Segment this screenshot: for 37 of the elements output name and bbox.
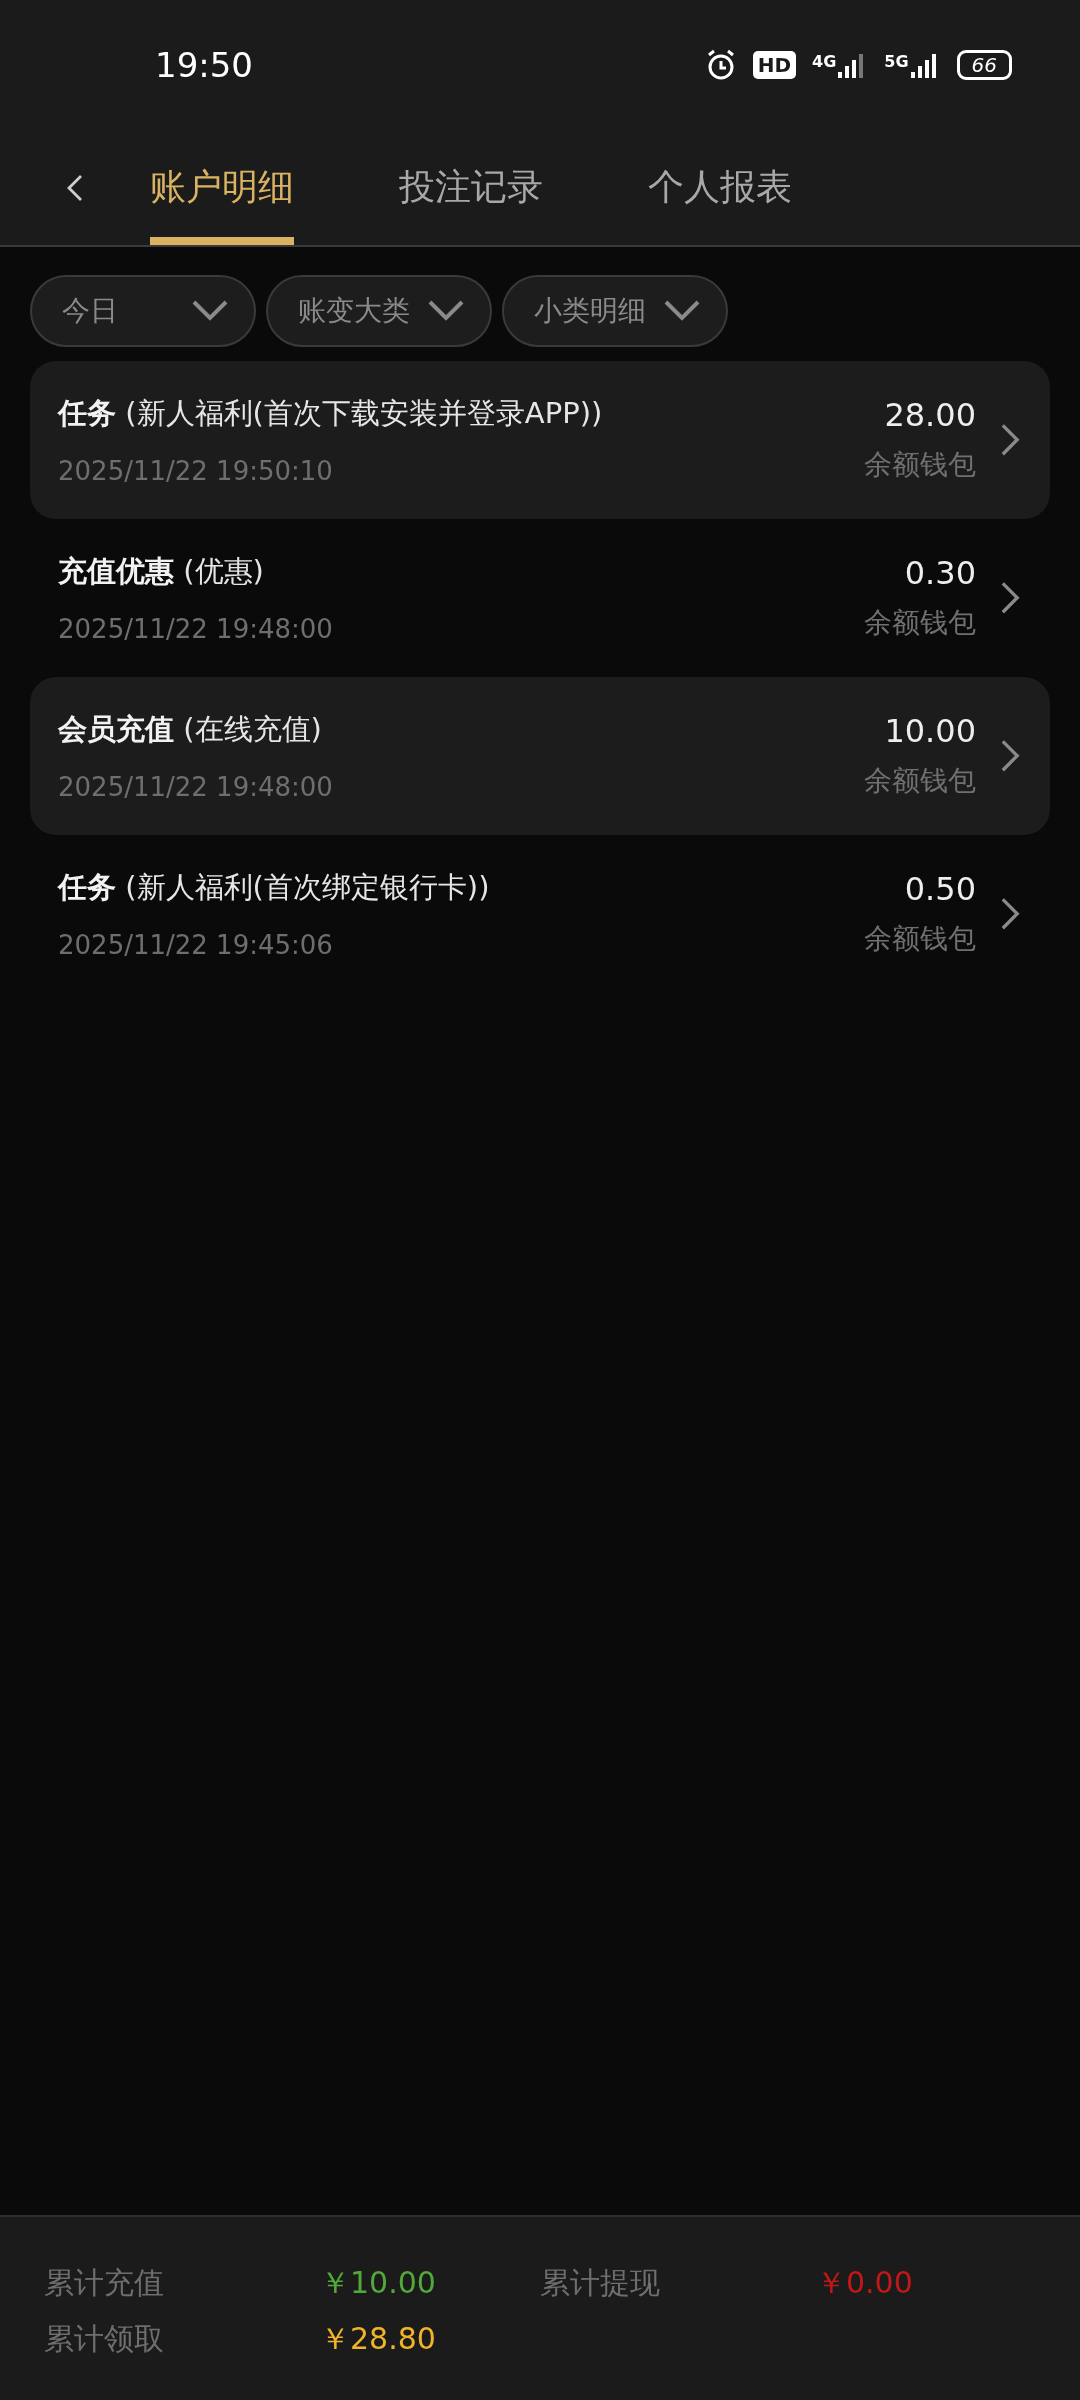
network-label: 5G — [884, 52, 909, 71]
filter-dropdown[interactable]: 小类明细 — [502, 275, 728, 347]
summary-value: ￥0.00 — [816, 2263, 914, 2302]
network-label: 4G — [812, 52, 837, 71]
record-amount: 10.00 — [884, 712, 976, 750]
record-card[interactable]: 任务 (新人福利(首次下载安装并登录APP)) 2025/11/22 19:50:10 28.00 余额钱包 — [30, 361, 1050, 519]
record-amount: 0.30 — [904, 554, 976, 592]
tab[interactable]: 个人报表 — [648, 130, 792, 245]
record-time: 2025/11/22 19:48:00 — [58, 772, 334, 802]
wallet-label: 余额钱包 — [864, 921, 976, 957]
battery-level: 66 — [956, 50, 1012, 80]
summary-value: ￥28.80 — [320, 2319, 437, 2358]
summary-label: 累计领取 — [44, 2319, 165, 2358]
record-title: 任务 (新人福利(首次绑定银行卡)) — [58, 869, 491, 906]
record-row[interactable]: 充值优惠 (优惠) 2025/11/22 19:48:00 0.30 余额钱包 — [30, 519, 1050, 677]
wallet-label: 余额钱包 — [864, 763, 976, 799]
wallet-label: 余额钱包 — [864, 447, 976, 483]
tab[interactable]: 账户明细 — [150, 130, 294, 245]
filter-dropdown[interactable]: 账变大类 — [266, 275, 492, 347]
record-title: 任务 (新人福利(首次下载安装并登录APP)) — [58, 395, 604, 432]
record-card[interactable]: 会员充值 (在线充值) 2025/11/22 19:48:00 10.00 余额钱包 — [30, 677, 1050, 835]
record-amount: 0.50 — [904, 870, 976, 908]
record-time: 2025/11/22 19:45:06 — [58, 930, 334, 960]
record-title: 充值优惠 (优惠) — [58, 553, 265, 590]
wallet-label: 余额钱包 — [864, 605, 976, 641]
record-row[interactable]: 任务 (新人福利(首次绑定银行卡)) 2025/11/22 19:45:06 0.50 余额钱包 — [30, 835, 1050, 993]
summary-value: ￥10.00 — [320, 2263, 437, 2302]
record-amount: 28.00 — [884, 396, 976, 434]
summary-label: 累计提现 — [540, 2263, 661, 2302]
summary-label: 累计充值 — [44, 2263, 165, 2302]
record-time: 2025/11/22 19:50:10 — [58, 456, 334, 486]
status-time: 19:50 — [155, 45, 254, 85]
hd-badge: HD — [752, 51, 796, 79]
record-title: 会员充值 (在线充值) — [58, 711, 323, 748]
filter-dropdown[interactable]: 今日 — [30, 275, 256, 347]
tab[interactable]: 投注记录 — [399, 130, 543, 245]
record-time: 2025/11/22 19:48:00 — [58, 614, 334, 644]
